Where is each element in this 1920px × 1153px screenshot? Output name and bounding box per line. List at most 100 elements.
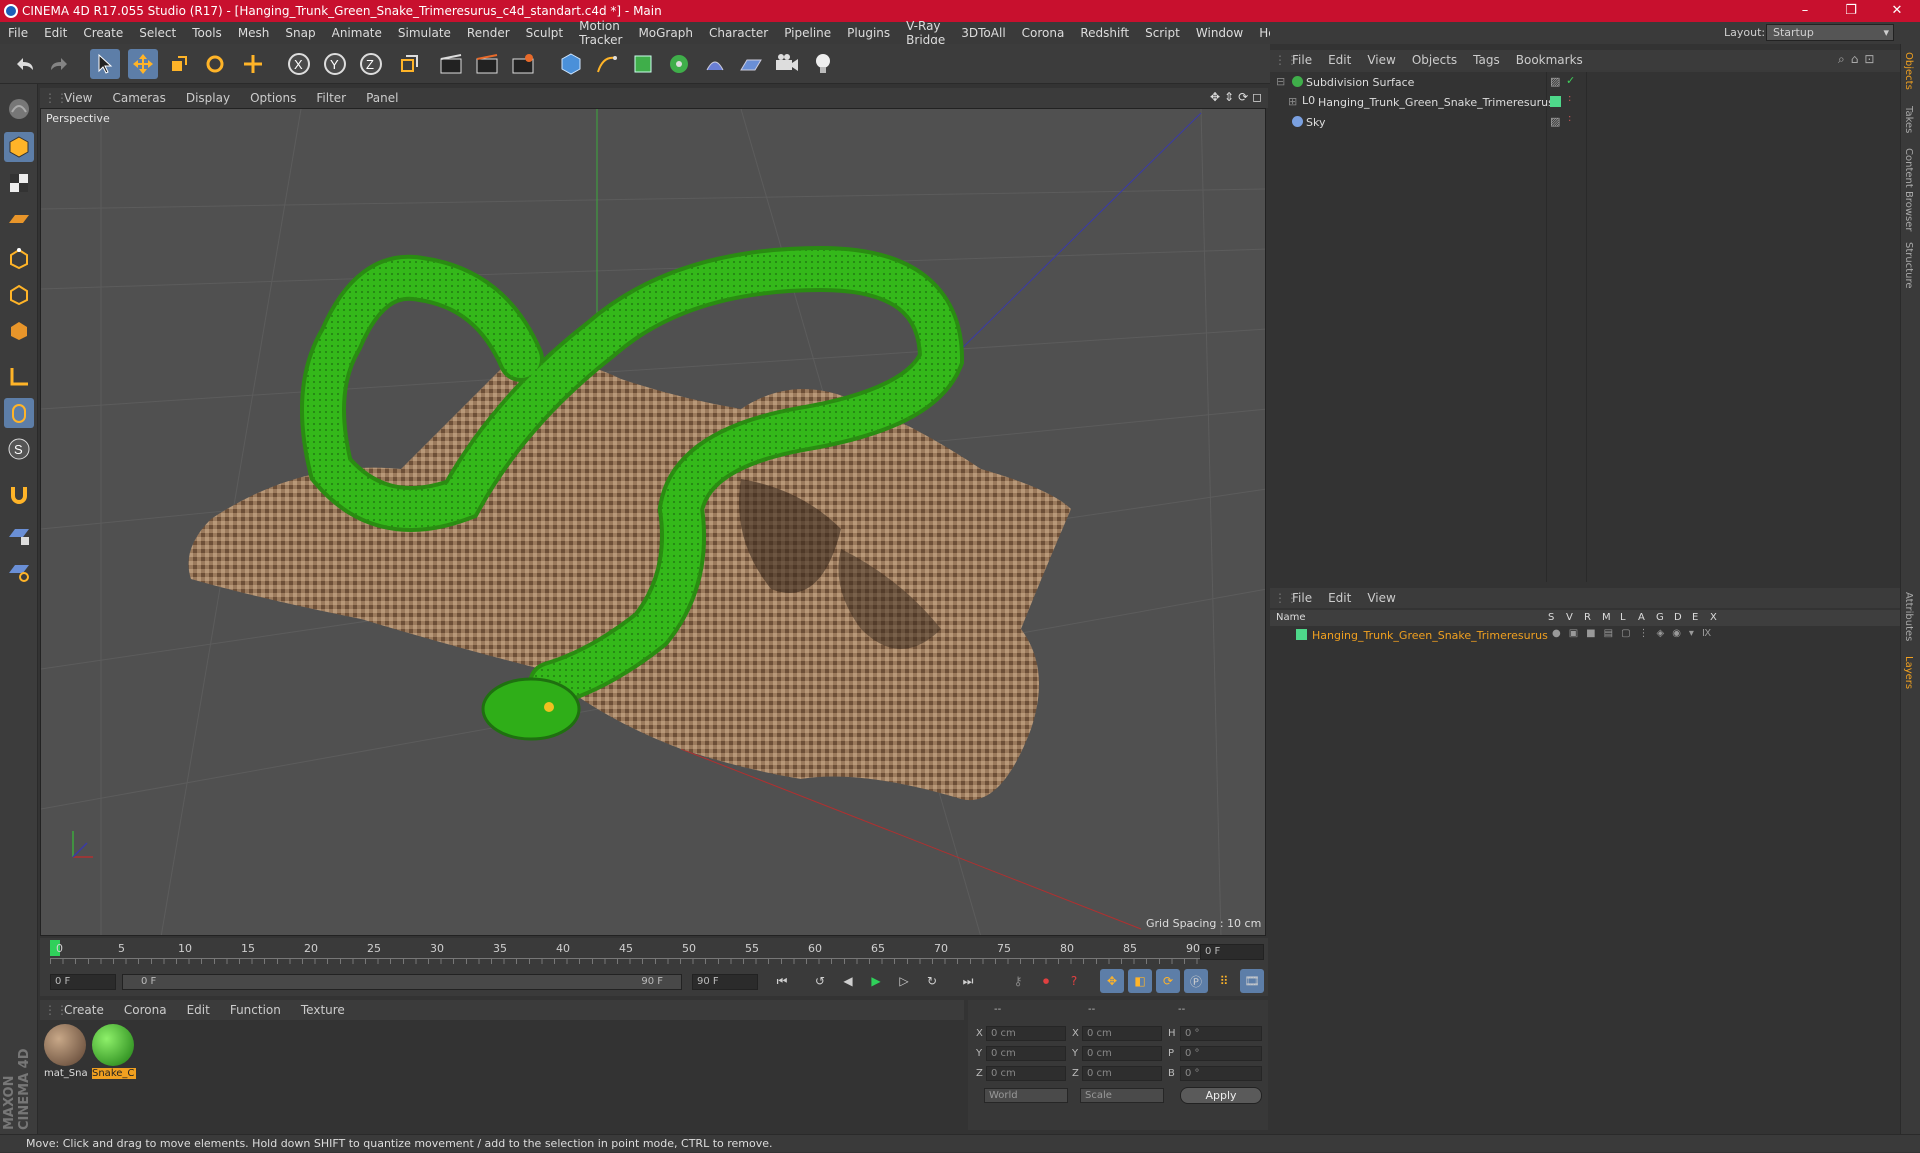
viewport-menu-options[interactable]: Options [240,91,306,105]
menu-vray-bridge[interactable]: V-Ray Bridge [898,19,953,47]
menu-character[interactable]: Character [701,26,776,40]
z-axis-lock-button[interactable]: Z [356,49,386,79]
end-frame-field[interactable]: 90 F [692,974,758,990]
material-item-selected[interactable]: Snake_C [92,1024,136,1086]
position-z-field[interactable]: 0 cm [986,1066,1066,1081]
layers-menu-edit[interactable]: Edit [1320,591,1359,605]
size-mode-select[interactable]: Scale [1080,1088,1164,1103]
position-x-field[interactable]: 0 cm [986,1026,1066,1041]
axis-mode-button[interactable] [4,362,34,392]
menu-edit[interactable]: Edit [36,26,75,40]
coordinate-system-button[interactable] [394,49,424,79]
add-nurbs-button[interactable] [628,49,658,79]
material-menu-function[interactable]: Function [220,1003,291,1017]
size-z-field[interactable]: 0 cm [1082,1066,1162,1081]
rotation-h-field[interactable]: 0 ° [1180,1026,1262,1041]
position-y-field[interactable]: 0 cm [986,1046,1066,1061]
render-picture-viewer-button[interactable] [472,49,502,79]
lock-workplane-button[interactable] [4,520,34,550]
menu-pipeline[interactable]: Pipeline [776,26,839,40]
apply-button[interactable]: Apply [1180,1087,1262,1104]
search-home-icons[interactable]: ⌕⌂⊡ [1830,52,1888,67]
menu-window[interactable]: Window [1188,26,1251,40]
polygons-mode-button[interactable] [4,316,34,346]
menu-select[interactable]: Select [131,26,184,40]
move-tool-button[interactable] [128,49,158,79]
size-y-field[interactable]: 0 cm [1082,1046,1162,1061]
object-row[interactable]: ⊟ Subdivision Surface ▨ ✓ [1270,73,1900,93]
viewport-menu-panel[interactable]: Panel [356,91,408,105]
tweak-mode-button[interactable] [4,398,34,428]
menu-3dtoall[interactable]: 3DToAll [953,26,1013,40]
menu-simulate[interactable]: Simulate [390,26,459,40]
timeline-window-button[interactable]: 🎞 [1240,969,1264,993]
rotate-tool-button[interactable] [200,49,230,79]
menu-mesh[interactable]: Mesh [230,26,278,40]
add-camera-button[interactable] [772,49,802,79]
menu-render[interactable]: Render [459,26,518,40]
material-menu-texture[interactable]: Texture [291,1003,355,1017]
snap-button[interactable]: S [4,434,34,464]
menu-file[interactable]: File [0,26,36,40]
menu-snap[interactable]: Snap [277,26,323,40]
render-settings-button[interactable] [508,49,538,79]
objects-menu-view[interactable]: View [1359,53,1403,67]
previous-frame-button[interactable]: ◀ [836,969,860,993]
key-rotation-button[interactable]: ⟳ [1156,969,1180,993]
objects-menu-bookmarks[interactable]: Bookmarks [1508,53,1591,67]
model-mode-button[interactable] [4,132,34,162]
y-axis-lock-button[interactable]: Y [320,49,350,79]
material-item[interactable]: mat_Sna [44,1024,88,1086]
current-frame-field[interactable]: 0 F [1200,944,1264,960]
material-menu-create[interactable]: Create [54,1003,114,1017]
record-keys-button[interactable]: ⚷ [1006,969,1030,993]
keyframe-selection-button[interactable]: ? [1062,969,1086,993]
object-row[interactable]: ⊞ L0 Hanging_Trunk_Green_Snake_Trimeresu… [1270,93,1900,113]
magnet-button[interactable] [4,480,34,510]
undo-button[interactable] [10,49,40,79]
layer-color-icon[interactable] [1296,629,1307,640]
planar-workplane-button[interactable] [4,556,34,586]
rotation-p-field[interactable]: 0 ° [1180,1046,1262,1061]
go-to-end-button[interactable]: ⏭ [956,969,980,993]
add-deformer-button[interactable] [700,49,730,79]
menu-animate[interactable]: Animate [324,26,390,40]
edges-mode-button[interactable] [4,280,34,310]
tab-objects[interactable]: Objects [1903,52,1914,90]
texture-mode-button[interactable] [4,168,34,198]
tab-takes[interactable]: Takes [1903,106,1914,133]
menu-redshift[interactable]: Redshift [1072,26,1137,40]
tab-attributes[interactable]: Attributes [1903,592,1914,641]
rotation-b-field[interactable]: 0 ° [1180,1066,1262,1081]
menu-script[interactable]: Script [1137,26,1188,40]
start-frame-field[interactable]: 0 F [50,974,116,990]
material-menu-edit[interactable]: Edit [177,1003,220,1017]
coordinate-mode-select[interactable]: World [984,1088,1068,1103]
viewport-nav-icons[interactable]: ✥⇕⟳◻ [1200,90,1276,104]
key-pla-button[interactable]: ⠿ [1212,969,1236,993]
minimize-button[interactable]: – [1782,0,1828,22]
key-parameter-button[interactable]: Ⓟ [1184,969,1208,993]
objects-menu-edit[interactable]: Edit [1320,53,1359,67]
next-key-button[interactable]: ↻ [920,969,944,993]
menu-plugins[interactable]: Plugins [839,26,898,40]
workplane-mode-button[interactable] [4,204,34,234]
add-light-button[interactable] [808,49,838,79]
add-array-button[interactable] [664,49,694,79]
previous-key-button[interactable]: ↺ [808,969,832,993]
redo-button[interactable] [44,49,74,79]
viewport-menu-filter[interactable]: Filter [306,91,356,105]
checkmark-icon[interactable]: ✓ [1566,74,1575,87]
layers-menu-file[interactable]: File [1284,591,1320,605]
tab-layers[interactable]: Layers [1903,656,1914,689]
menu-corona[interactable]: Corona [1014,26,1073,40]
size-x-field[interactable]: 0 cm [1082,1026,1162,1041]
next-frame-button[interactable]: ▷ [892,969,916,993]
x-axis-lock-button[interactable]: X [284,49,314,79]
material-menu-corona[interactable]: Corona [114,1003,177,1017]
menu-tools[interactable]: Tools [184,26,230,40]
frame-range-slider[interactable]: 0 F 90 F [122,974,682,990]
layer-row[interactable]: Hanging_Trunk_Green_Snake_Trimeresurus ●… [1270,626,1900,646]
auto-key-button[interactable]: ⏺ [1034,969,1058,993]
viewport-menu-view[interactable]: View [54,91,102,105]
